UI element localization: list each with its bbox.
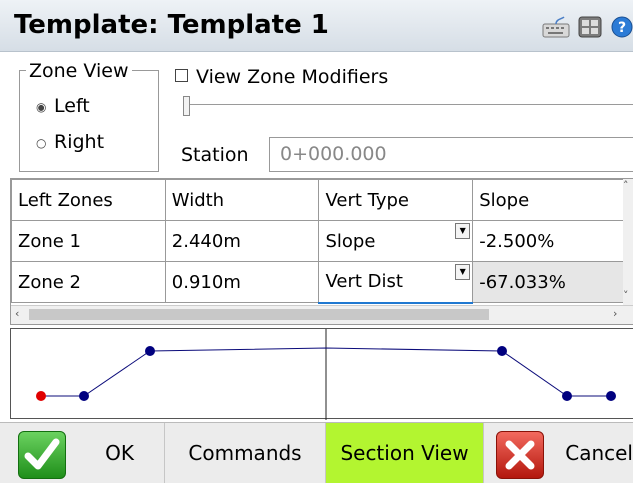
scroll-down-icon[interactable]: ˅ [623, 289, 629, 302]
width-cell[interactable]: 2.440m [164, 220, 320, 262]
svg-text:?: ? [618, 20, 626, 36]
bottom-toolbar: OK Commands Section View Cancel [0, 422, 633, 483]
station-slider-track[interactable] [183, 104, 633, 105]
scroll-right-icon[interactable]: › [613, 307, 617, 320]
checkbox-box [175, 69, 188, 82]
radio-right[interactable]: ○ Right [36, 131, 104, 153]
commands-label: Commands [188, 441, 302, 465]
cancel-button[interactable]: Cancel [484, 423, 633, 483]
scroll-up-icon[interactable]: ˄ [623, 179, 629, 192]
section-view-label: Section View [340, 441, 469, 465]
vert-type-cell[interactable]: Vert Dist ▼ [318, 261, 474, 304]
ok-check-icon [18, 431, 66, 479]
current-point [36, 391, 46, 401]
commands-button[interactable]: Commands [165, 423, 326, 483]
view-zone-modifiers-checkbox[interactable]: View Zone Modifiers [175, 66, 388, 88]
zones-grid: Left Zones Width Vert Type Slope Zone 1 … [10, 178, 633, 325]
dropdown-arrow-icon[interactable]: ▼ [455, 264, 471, 280]
vert-type-value: Slope [325, 230, 376, 252]
help-icon[interactable]: ? [610, 16, 633, 38]
zone-view-group [19, 70, 159, 172]
radio-right-label: Right [54, 131, 105, 153]
keyboard-icon[interactable] [542, 16, 570, 38]
zone-view-legend: Zone View [26, 60, 132, 82]
table-row[interactable]: Zone 1 2.440m Slope ▼ -2.500% [11, 220, 633, 262]
station-label: Station [181, 144, 249, 166]
section-view-button[interactable]: Section View [326, 423, 484, 483]
radio-left[interactable]: ◉ Left [36, 95, 90, 117]
vert-type-cell[interactable]: Slope ▼ [318, 220, 474, 262]
horizontal-scroll-thumb[interactable] [29, 309, 489, 320]
scroll-left-icon[interactable]: ‹ [15, 307, 19, 320]
title-bar: Template: Template 1 ? [0, 0, 633, 52]
vert-type-value: Vert Dist [325, 271, 403, 293]
horizontal-scrollbar[interactable]: ‹ › [11, 305, 633, 324]
zone-cell[interactable]: Zone 2 [11, 261, 166, 303]
column-header-width[interactable]: Width [164, 179, 320, 221]
ok-label: OK [105, 441, 134, 465]
station-field[interactable]: 0+000.000 [269, 137, 633, 172]
column-header-slope[interactable]: Slope [472, 179, 633, 221]
width-cell[interactable]: 0.910m [164, 261, 320, 303]
cancel-x-icon [496, 431, 544, 479]
profile-point [497, 346, 507, 356]
dropdown-arrow-icon[interactable]: ▼ [455, 223, 471, 239]
profile-point [145, 346, 155, 356]
ok-button[interactable]: OK [0, 423, 165, 483]
zone-cell[interactable]: Zone 1 [11, 220, 166, 262]
table-row[interactable]: Zone 2 0.910m Vert Dist ▼ -67.033% [11, 261, 633, 304]
window-title: Template: Template 1 [14, 10, 329, 40]
slope-cell[interactable]: -2.500% [472, 220, 633, 262]
radio-left-label: Left [54, 95, 90, 117]
slope-cell[interactable]: -67.033% [472, 261, 633, 303]
grid-header-row: Left Zones Width Vert Type Slope [11, 179, 633, 221]
radio-selected-icon: ◉ [36, 99, 47, 114]
cancel-label: Cancel [565, 441, 633, 465]
column-header-left-zones[interactable]: Left Zones [11, 179, 166, 221]
section-profile-view[interactable] [10, 328, 633, 420]
vertical-scrollbar[interactable]: ˄ ˅ [623, 179, 633, 305]
station-slider-thumb[interactable] [183, 96, 190, 116]
calculator-icon[interactable] [578, 16, 602, 38]
profile-drawing [36, 329, 616, 420]
profile-point [606, 391, 616, 401]
profile-point [562, 391, 572, 401]
radio-unselected-icon: ○ [36, 135, 47, 150]
view-zone-modifiers-label: View Zone Modifiers [196, 66, 389, 88]
column-header-vert-type[interactable]: Vert Type [318, 179, 474, 221]
profile-point [79, 391, 89, 401]
